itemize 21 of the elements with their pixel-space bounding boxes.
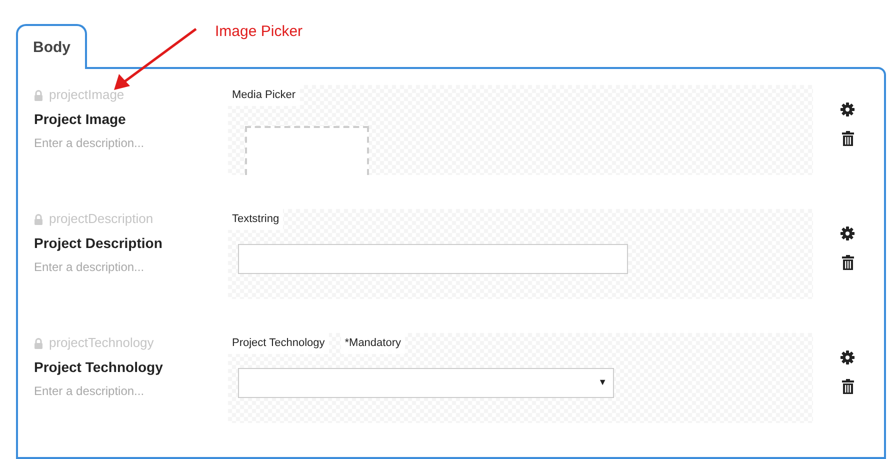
description-field[interactable]: Enter a description...: [34, 134, 184, 152]
property-name[interactable]: Project Image: [34, 109, 126, 130]
annotation-label: Image Picker: [215, 22, 303, 42]
text-input[interactable]: [238, 244, 628, 274]
property-name[interactable]: Project Technology: [34, 357, 163, 378]
trash-icon[interactable]: [842, 379, 854, 394]
settings-icon[interactable]: [840, 102, 855, 117]
trash-icon[interactable]: [842, 131, 854, 146]
description-field[interactable]: Enter a description...: [34, 258, 184, 276]
caret-icon: ▼: [598, 376, 607, 390]
trash-icon[interactable]: [842, 255, 854, 270]
editor-label: Project Technology: [228, 333, 329, 354]
description-field[interactable]: Enter a description...: [34, 382, 184, 400]
tab[interactable]: Body: [16, 24, 87, 69]
editor-label: Textstring: [228, 209, 284, 230]
editor-label: Media Picker: [228, 85, 300, 106]
mandatory-label: *Mandatory: [340, 333, 406, 354]
property-name[interactable]: Project Description: [34, 233, 162, 254]
settings-icon[interactable]: [840, 226, 855, 241]
settings-icon[interactable]: [840, 350, 855, 365]
dropdown[interactable]: ▼: [238, 368, 614, 398]
